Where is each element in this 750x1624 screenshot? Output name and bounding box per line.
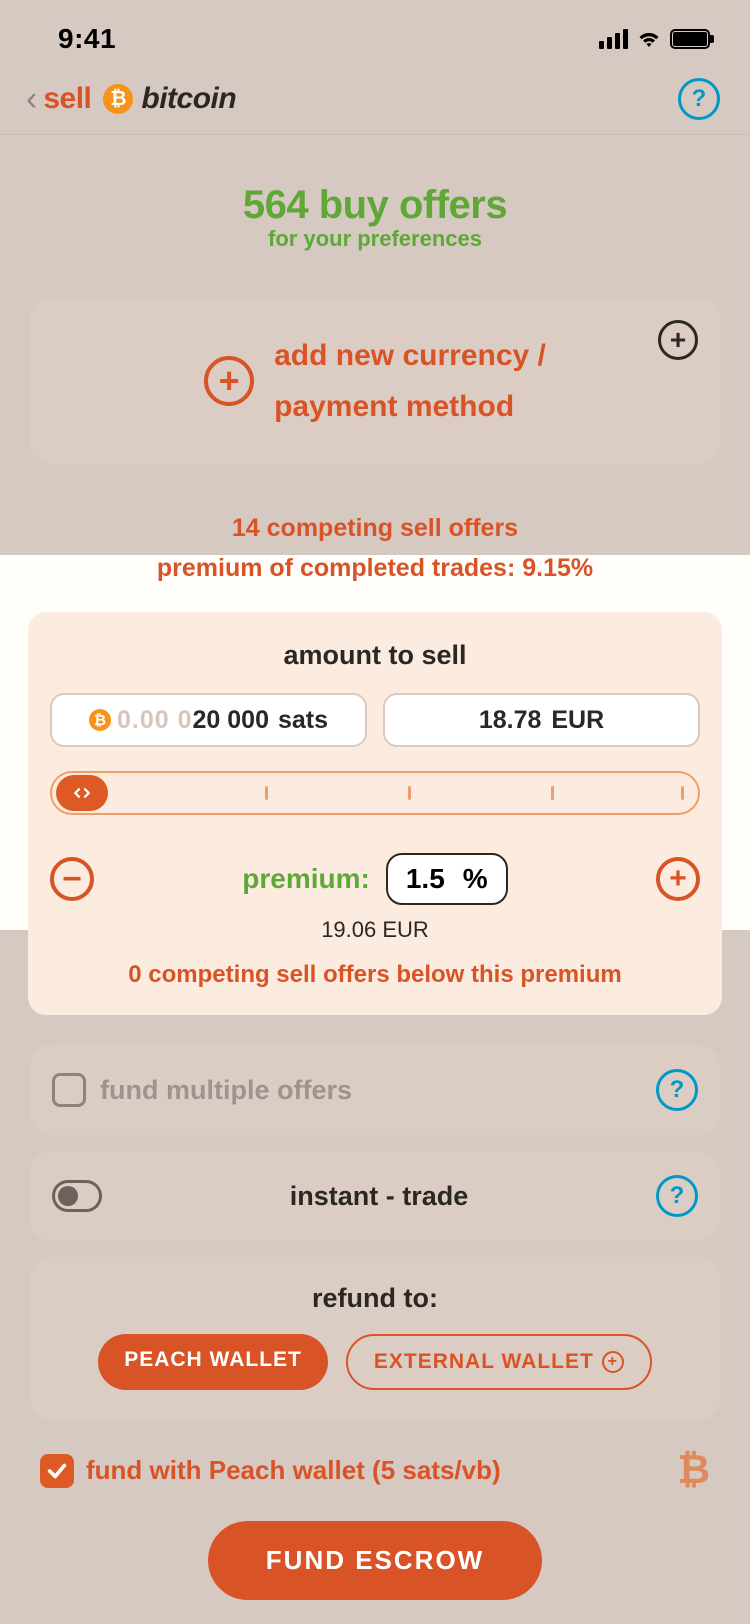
fiat-input[interactable]: 18.78EUR: [383, 693, 700, 747]
amount-panel: amount to sell ₿ 0.00 020 000 sats 18.78…: [28, 612, 722, 1015]
sats-input[interactable]: ₿ 0.00 020 000 sats: [50, 693, 367, 747]
status-time: 9:41: [58, 23, 116, 55]
peach-wallet-button[interactable]: PEACH WALLET: [98, 1334, 328, 1390]
avg-premium: premium of completed trades: 9.15%: [0, 548, 750, 588]
amount-slider[interactable]: [50, 771, 700, 815]
header-action: sell: [43, 82, 91, 116]
status-bar: 9:41: [0, 0, 750, 60]
add-payment-method-card[interactable]: + add new currency / payment method +: [30, 298, 720, 464]
refund-card: refund to: PEACH WALLET EXTERNAL WALLET …: [30, 1257, 720, 1420]
buy-offers-count: 564 buy offers: [0, 183, 750, 228]
app-header: ‹ sell ₿ bitcoin ?: [0, 60, 750, 135]
refund-title: refund to:: [52, 1283, 698, 1314]
back-button[interactable]: ‹: [26, 80, 37, 119]
fund-multiple-checkbox[interactable]: [52, 1073, 86, 1107]
help-icon[interactable]: ?: [678, 78, 720, 120]
bitcoin-outline-icon[interactable]: ₿: [677, 1448, 710, 1493]
offers-summary: 564 buy offers for your preferences: [0, 135, 750, 282]
cellular-icon: [599, 29, 628, 49]
help-icon[interactable]: ?: [656, 1175, 698, 1217]
instant-trade-card: instant - trade ?: [30, 1151, 720, 1241]
bitcoin-icon-small: ₿: [89, 709, 111, 731]
plus-icon-corner[interactable]: +: [658, 320, 698, 360]
footer: fund with Peach wallet (5 sats/vb) ₿ FUN…: [0, 1448, 750, 1600]
external-wallet-button[interactable]: EXTERNAL WALLET +: [346, 1334, 652, 1390]
slider-thumb[interactable]: [56, 775, 108, 811]
amount-title: amount to sell: [50, 640, 700, 671]
buy-offers-sub: for your preferences: [0, 226, 750, 252]
help-icon[interactable]: ?: [656, 1069, 698, 1111]
header-brand: bitcoin: [141, 82, 236, 116]
premium-increase-button[interactable]: +: [656, 857, 700, 901]
status-icons: [599, 29, 710, 49]
premium-input[interactable]: 1.5 %: [386, 853, 508, 905]
competing-sell-offers: 14 competing sell offers: [0, 508, 750, 548]
competing-below-premium: 0 competing sell offers below this premi…: [50, 961, 700, 989]
instant-trade-label: instant - trade: [290, 1181, 469, 1211]
wifi-icon: [636, 29, 662, 49]
premium-label: premium:: [242, 863, 370, 895]
plus-icon-small: +: [602, 1351, 624, 1373]
fund-multiple-label: fund multiple offers: [100, 1075, 352, 1106]
premium-decrease-button[interactable]: −: [50, 857, 94, 901]
fund-multiple-card: fund multiple offers ?: [30, 1045, 720, 1135]
plus-icon: +: [204, 356, 254, 406]
market-stats: 14 competing sell offers premium of comp…: [0, 508, 750, 588]
fund-with-peach-label: fund with Peach wallet (5 sats/vb): [86, 1455, 501, 1486]
price-with-premium: 19.06 EUR: [50, 917, 700, 943]
fund-escrow-button[interactable]: FUND ESCROW: [208, 1521, 542, 1600]
instant-trade-toggle[interactable]: [52, 1180, 102, 1212]
battery-icon: [670, 29, 710, 49]
bitcoin-icon: ₿: [103, 84, 133, 114]
add-payment-method-label: add new currency / payment method: [274, 330, 546, 432]
fund-with-peach-checkbox[interactable]: [40, 1454, 74, 1488]
